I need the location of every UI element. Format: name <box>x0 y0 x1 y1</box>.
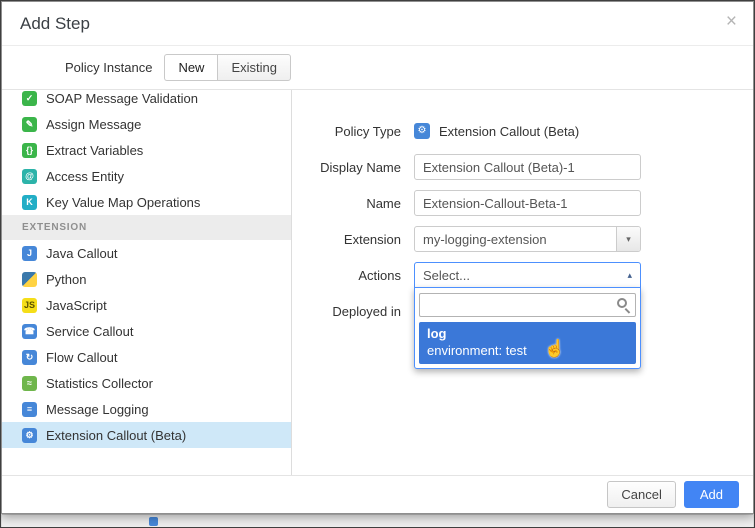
actions-row: Actions Select... ▴ log <box>292 262 753 288</box>
extract-variables-icon: {} <box>22 143 37 158</box>
extension-row: Extension my-logging-extension ▾ <box>292 226 753 252</box>
name-row: Name <box>292 190 753 216</box>
policy-item-label: Statistics Collector <box>46 376 153 391</box>
policy-item-statistics-collector[interactable]: ≈ Statistics Collector <box>2 370 291 396</box>
policy-item-service-callout[interactable]: ☎ Service Callout <box>2 318 291 344</box>
tab-new[interactable]: New <box>164 54 217 81</box>
search-icon <box>617 298 627 308</box>
dropdown-options: log environment: test <box>419 322 636 364</box>
actions-select[interactable]: Select... ▴ <box>414 262 641 288</box>
screen: Add Step × Policy Instance New Existing … <box>0 0 755 528</box>
add-button[interactable]: Add <box>684 481 739 508</box>
service-callout-icon: ☎ <box>22 324 37 339</box>
policy-item-soap-message-validation[interactable]: ✓ SOAP Message Validation <box>2 90 291 111</box>
policy-item-label: SOAP Message Validation <box>46 91 198 106</box>
cancel-button[interactable]: Cancel <box>607 481 675 508</box>
name-input[interactable] <box>414 190 641 216</box>
policy-item-javascript[interactable]: JS JavaScript <box>2 292 291 318</box>
statistics-collector-icon: ≈ <box>22 376 37 391</box>
policy-item-label: Extension Callout (Beta) <box>46 428 186 443</box>
display-name-row: Display Name <box>292 154 753 180</box>
policy-type-label: Policy Type <box>292 124 401 139</box>
dropdown-option-environment-test[interactable]: environment: test <box>419 342 636 364</box>
access-entity-icon: @ <box>22 169 37 184</box>
policy-item-label: Assign Message <box>46 117 141 132</box>
policy-item-label: Flow Callout <box>46 350 118 365</box>
assign-message-icon: ✎ <box>22 117 37 132</box>
policy-item-label: Message Logging <box>46 402 149 417</box>
chevron-up-icon: ▴ <box>627 270 632 281</box>
background-policy-icon <box>149 517 158 526</box>
policy-type-text: Extension Callout (Beta) <box>439 124 579 139</box>
policy-item-access-entity[interactable]: @ Access Entity <box>2 163 291 189</box>
policy-item-extract-variables[interactable]: {} Extract Variables <box>2 137 291 163</box>
policy-item-extension-callout-beta[interactable]: ⚙ Extension Callout (Beta) <box>2 422 291 448</box>
java-callout-icon: J <box>22 246 37 261</box>
policy-item-java-callout[interactable]: J Java Callout <box>2 240 291 266</box>
python-icon <box>22 272 37 287</box>
policy-item-label: Service Callout <box>46 324 133 339</box>
policy-item-message-logging[interactable]: ≡ Message Logging <box>2 396 291 422</box>
extension-select[interactable]: my-logging-extension ▾ <box>414 226 641 252</box>
policy-instance-toggle: New Existing <box>164 54 291 81</box>
display-name-input[interactable] <box>414 154 641 180</box>
background-row <box>2 514 753 527</box>
policy-list-scroll: ✓ SOAP Message Validation ✎ Assign Messa… <box>2 90 291 448</box>
modal-footer: Cancel Add <box>2 475 753 513</box>
policy-item-label: Java Callout <box>46 246 118 261</box>
extension-callout-icon: ⚙ <box>22 428 37 443</box>
extension-section-header: EXTENSION <box>2 215 291 240</box>
policy-type-value: ⚙ Extension Callout (Beta) <box>414 123 641 139</box>
actions-dropdown-panel: log environment: test <box>414 287 641 369</box>
policy-instance-label: Policy Instance <box>65 60 152 75</box>
add-step-modal: Add Step × Policy Instance New Existing … <box>1 1 754 514</box>
message-logging-icon: ≡ <box>22 402 37 417</box>
actions-select-value: Select... <box>423 268 627 283</box>
policy-form: Policy Type ⚙ Extension Callout (Beta) D… <box>292 90 753 477</box>
display-name-label: Display Name <box>292 160 401 175</box>
policy-item-label: Python <box>46 272 86 287</box>
modal-title: Add Step <box>20 14 90 34</box>
extension-select-value: my-logging-extension <box>415 232 616 247</box>
deployed-in-label: Deployed in <box>292 304 401 319</box>
policy-item-key-value-map-operations[interactable]: K Key Value Map Operations <box>2 189 291 215</box>
chevron-down-icon: ▾ <box>616 227 640 251</box>
extension-label: Extension <box>292 232 401 247</box>
flow-callout-icon: ↻ <box>22 350 37 365</box>
tab-existing[interactable]: Existing <box>217 54 291 81</box>
modal-header: Add Step × <box>2 2 753 46</box>
policy-item-assign-message[interactable]: ✎ Assign Message <box>2 111 291 137</box>
policy-item-label: Key Value Map Operations <box>46 195 200 210</box>
name-label: Name <box>292 196 401 211</box>
dropdown-search-input[interactable] <box>419 293 636 317</box>
actions-label: Actions <box>292 268 401 283</box>
policy-instance-row: Policy Instance New Existing <box>2 46 753 90</box>
javascript-icon: JS <box>22 298 37 313</box>
policy-item-python[interactable]: Python <box>2 266 291 292</box>
key-value-map-icon: K <box>22 195 37 210</box>
policy-item-label: Access Entity <box>46 169 124 184</box>
extension-callout-icon: ⚙ <box>414 123 430 139</box>
policy-item-label: Extract Variables <box>46 143 143 158</box>
policy-item-label: JavaScript <box>46 298 107 313</box>
policy-list: ✓ SOAP Message Validation ✎ Assign Messa… <box>2 90 292 477</box>
close-icon[interactable]: × <box>726 12 737 31</box>
modal-body: ✓ SOAP Message Validation ✎ Assign Messa… <box>2 90 753 477</box>
policy-item-flow-callout[interactable]: ↻ Flow Callout <box>2 344 291 370</box>
dropdown-search <box>419 293 636 317</box>
soap-message-validation-icon: ✓ <box>22 91 37 106</box>
policy-type-row: Policy Type ⚙ Extension Callout (Beta) <box>292 118 753 144</box>
dropdown-option-log[interactable]: log <box>419 322 636 342</box>
